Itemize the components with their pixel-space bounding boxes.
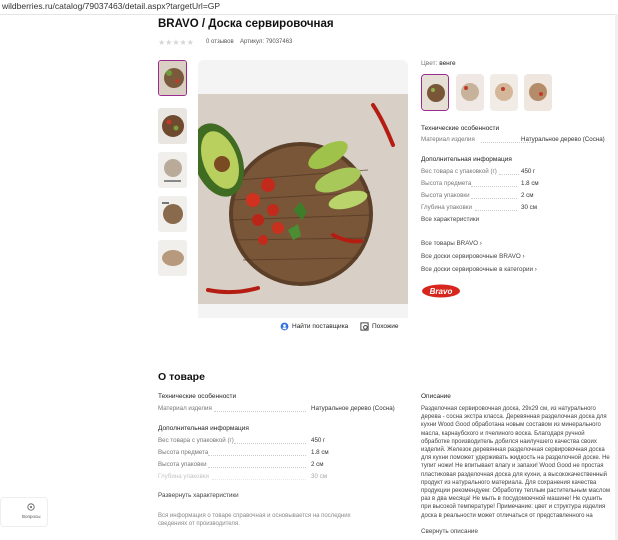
brand-logo[interactable]: Bravo [421, 284, 461, 298]
similar-icon [360, 322, 369, 331]
collapse-description-link[interactable]: Свернуть описание [421, 528, 478, 535]
supplier-icon [280, 322, 289, 331]
reviews-link[interactable]: 0 отзывов [206, 39, 234, 45]
main-product-photo[interactable] [198, 60, 408, 340]
thumbnail-1[interactable] [158, 60, 187, 96]
find-supplier-button[interactable]: Найти поставщика [280, 322, 348, 331]
color-swatch-4[interactable] [524, 74, 552, 111]
expand-characteristics-link[interactable]: Развернуть характеристики [158, 492, 239, 499]
spec-row: Высота упаковки 2 см [421, 192, 534, 199]
url-text: wildberries.ru/catalog/79037463/detail.a… [2, 1, 221, 11]
address-bar[interactable]: wildberries.ru/catalog/79037463/detail.a… [0, 0, 618, 15]
disclaimer-text: Вся информация о товаре справочная и осн… [158, 513, 351, 527]
questions-link[interactable]: Вопросы [22, 514, 40, 519]
all-characteristics-link[interactable]: Все характеристики [421, 216, 479, 223]
product-title: BRAVO / Доска сервировочная [158, 18, 334, 30]
chat-icon[interactable] [27, 503, 35, 511]
similar-button[interactable]: Похожие [360, 322, 399, 331]
description-text: Разделочная сервировочная доска, 29х29 с… [421, 406, 610, 519]
tech-specs-heading: Технические особенности [421, 125, 500, 132]
about-title: О товаре [158, 371, 205, 383]
spec-row: Вес товара с упаковкой (г) 450 г [421, 168, 536, 175]
photo-actions-bar: Найти поставщика Похожие [198, 318, 408, 340]
thumbnail-5[interactable] [158, 240, 187, 276]
spec-row: Вес товара с упаковкой (г) 450 г [158, 437, 326, 444]
thumbnail-3[interactable] [158, 152, 187, 188]
extra-info-heading: Дополнительная информация [421, 156, 512, 163]
similar-label: Похожие [372, 323, 399, 330]
about-extra-heading: Дополнительная информация [158, 425, 249, 432]
brand-link-all-boards[interactable]: Все доски сервировочные BRAVO › [421, 253, 525, 260]
spec-row: Материал изделия Натуральное дерево (Сосн… [158, 405, 395, 412]
color-swatch-2[interactable] [456, 74, 484, 111]
thumbnail-2[interactable] [158, 108, 187, 144]
spec-row: Глубина упаковки 30 см [421, 204, 537, 211]
rating-stars[interactable]: ★★★★★ [158, 38, 194, 47]
svg-text:Bravo: Bravo [430, 287, 453, 296]
spec-row: Высота предмета 1.8 см [421, 180, 539, 187]
spec-row: Материал изделия Натуральное дерево (Сос… [421, 136, 605, 143]
brand-link-all-products[interactable]: Все товары BRAVO › [421, 240, 482, 247]
color-swatch-3[interactable] [490, 74, 518, 111]
spec-row: Высота предмета 1.8 см [158, 449, 329, 456]
description-heading: Описание [421, 393, 451, 400]
spec-row: Глубина упаковки 30 см [158, 473, 327, 480]
thumbnail-4[interactable] [158, 196, 187, 232]
spec-row: Высота упаковки 2 см [158, 461, 324, 468]
color-label: Цвет: венге [421, 60, 456, 67]
color-swatch-1[interactable] [421, 74, 449, 111]
article-number: Артикул: 79037463 [240, 39, 293, 45]
color-value: венге [439, 60, 456, 67]
brand-link-category[interactable]: Все доски сервировочные в категории › [421, 266, 537, 273]
find-supplier-label: Найти поставщика [292, 323, 349, 330]
floating-widget: Вопросы [0, 497, 48, 527]
about-specs-heading: Технические особенности [158, 393, 237, 400]
